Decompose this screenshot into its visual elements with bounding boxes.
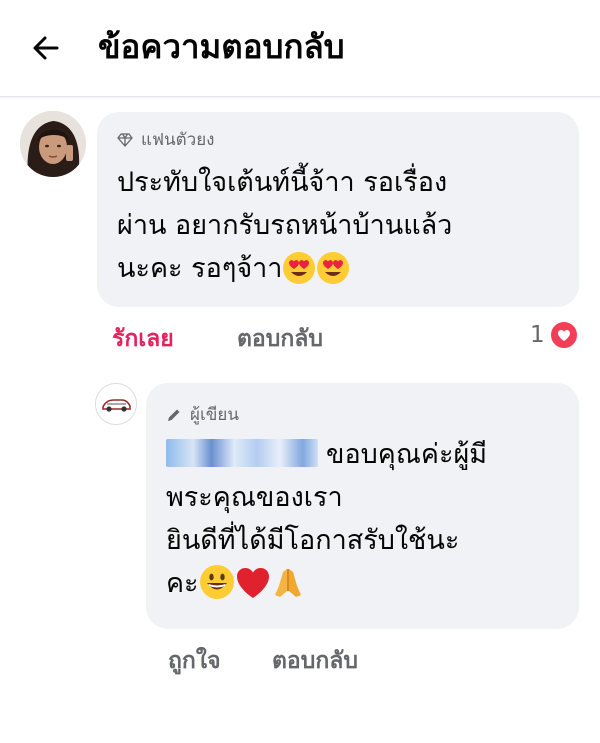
heart-eyes-emoji (316, 251, 350, 298)
reply-button[interactable]: ตอบกลับ (237, 322, 323, 356)
love-reaction-button[interactable]: รักเลย (112, 322, 174, 356)
reply-line: พระคุณของเรา (166, 482, 343, 513)
heart-icon (548, 320, 579, 350)
comment-line: ประทับใจเต้นท์นี้จ้าา รอเรื่อง (117, 167, 448, 198)
author-avatar[interactable] (95, 383, 137, 425)
page-title: ข้อความตอบกลับ (98, 27, 345, 66)
folded-hands-emoji (271, 566, 305, 613)
reaction-count[interactable]: 1 (530, 320, 579, 350)
grinning-face-emoji (199, 564, 235, 613)
pencil-icon (166, 407, 182, 423)
comment-line: นะคะ รอๆจ้าา (117, 253, 283, 284)
reaction-count-value: 1 (530, 322, 545, 348)
back-button[interactable] (26, 28, 66, 68)
comment-line: ผ่าน อยากรับรถหน้าบ้านแล้ว (117, 210, 453, 241)
author-badge: ผู้เขียน (166, 401, 239, 428)
redacted-name (166, 439, 318, 467)
reply-bubble: ผู้เขียน ขอบคุณค่ะผู้มี พระคุณของเรา ยิน… (146, 383, 579, 629)
badge-label: ผู้เขียน (190, 405, 239, 425)
reply-line: ขอบคุณค่ะผู้มี (326, 439, 488, 470)
reply-text: ขอบคุณค่ะผู้มี พระคุณของเรา ยินดีที่ได้ม… (166, 433, 566, 613)
red-heart-emoji (235, 566, 271, 613)
diamond-icon (117, 132, 133, 147)
badge-label: แฟนตัวยง (141, 130, 215, 150)
top-bar: ข้อความตอบกลับ (0, 0, 600, 97)
avatar-photo (20, 111, 86, 177)
heart-eyes-emoji (282, 251, 316, 298)
arrow-left-icon (33, 36, 59, 60)
reply-line: ยินดีที่ได้มีโอกาสรับใช้นะ (166, 525, 460, 556)
comment-bubble: แฟนตัวยง ประทับใจเต้นท์นี้จ้าา รอเรื่อง … (97, 112, 579, 307)
top-fan-badge: แฟนตัวยง (117, 126, 214, 153)
commenter-avatar[interactable] (20, 111, 86, 177)
author-logo (96, 384, 136, 424)
comment-text: ประทับใจเต้นท์นี้จ้าา รอเรื่อง ผ่าน อยาก… (117, 161, 567, 298)
reply-line: คะ (166, 568, 199, 599)
reply-button[interactable]: ตอบกลับ (272, 644, 358, 678)
like-button[interactable]: ถูกใจ (168, 644, 221, 678)
